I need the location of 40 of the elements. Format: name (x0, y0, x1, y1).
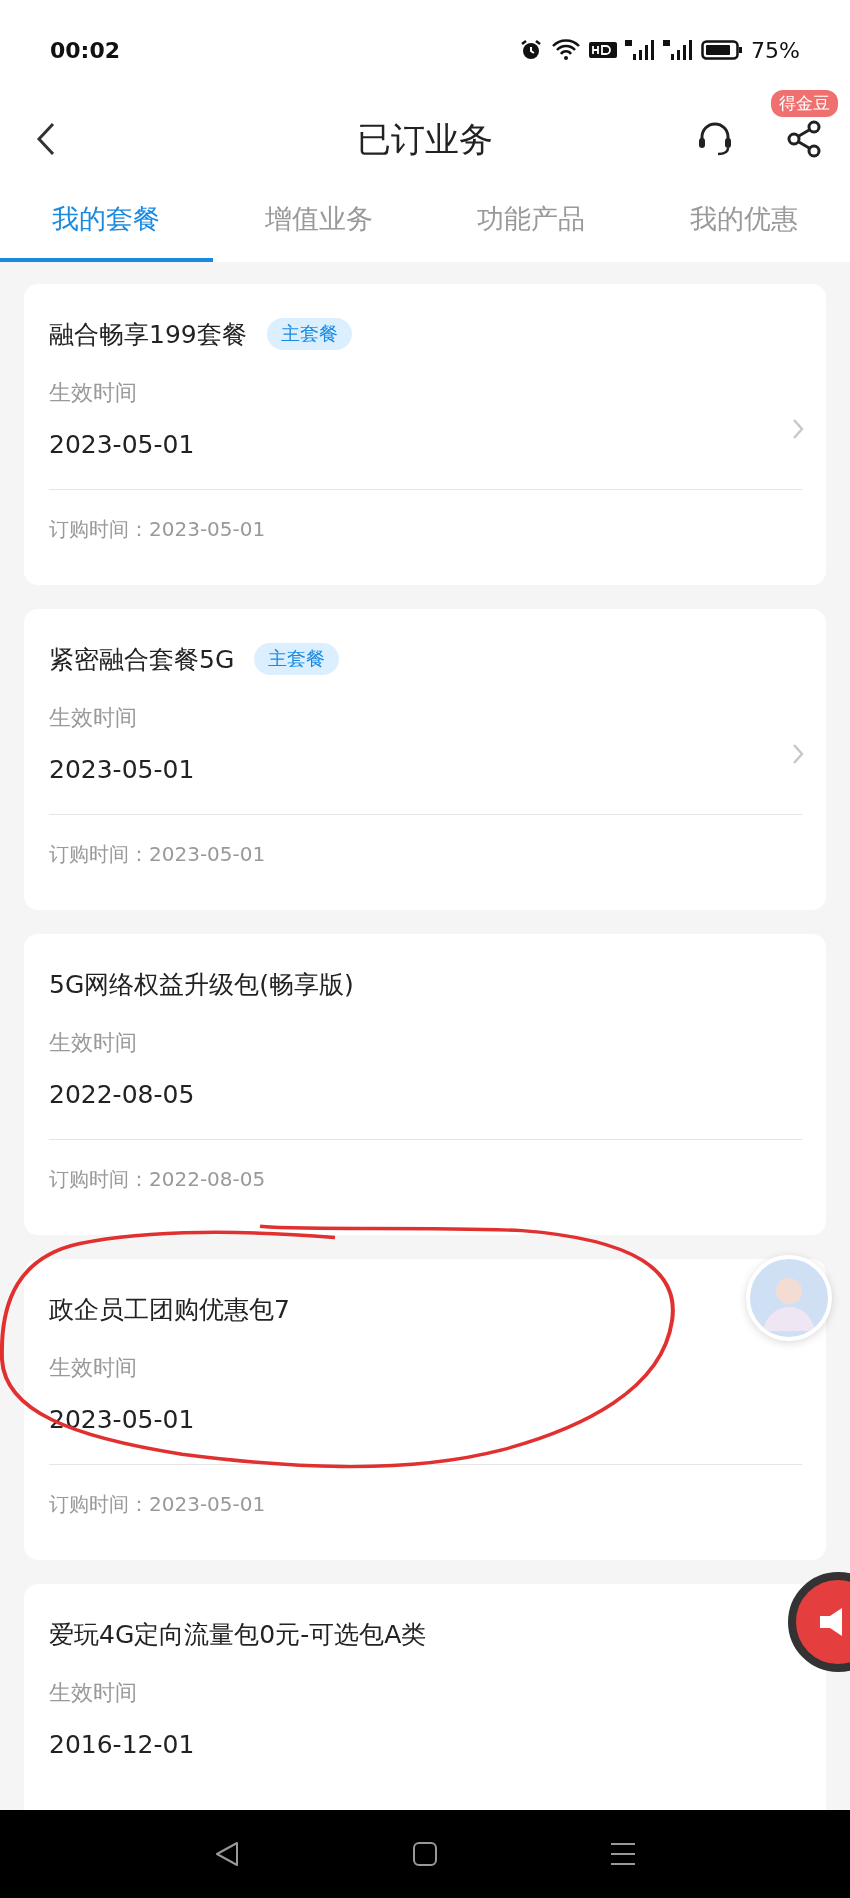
status-time: 00:02 (50, 37, 121, 63)
plan-name: 爱玩4G定向流量包0元-可选包A类 (49, 1618, 427, 1651)
signal-icon (625, 38, 656, 62)
plan-card[interactable]: 爱玩4G定向流量包0元-可选包A类 生效时间 2016-12-01 (24, 1584, 826, 1810)
plan-tag: 主套餐 (266, 318, 352, 350)
back-icon[interactable] (213, 1840, 241, 1868)
menu-icon[interactable] (609, 1840, 637, 1868)
effective-label: 生效时间 (49, 1354, 138, 1382)
effective-date: 2023-05-01 (49, 755, 196, 784)
plan-card[interactable]: 5G网络权益升级包(畅享版) 生效时间 2022-08-05 订购时间：2022-08-05 (24, 934, 826, 1235)
plan-card[interactable]: 紧密融合套餐5G 主套餐 生效时间 2023-05-01 订购时间：2023-05-01 (24, 609, 826, 910)
order-time: 订购时间：2023-05-01 (49, 516, 267, 543)
effective-label: 生效时间 (49, 379, 138, 407)
plan-tag: 主套餐 (254, 643, 340, 675)
plan-name: 融合畅享199套餐 (49, 318, 247, 351)
order-time: 订购时间：2022-08-05 (49, 1166, 267, 1193)
battery-icon (701, 39, 744, 61)
share-icon[interactable] (786, 120, 822, 158)
hd-icon (589, 40, 618, 60)
effective-date: 2022-08-05 (49, 1080, 196, 1109)
signal-icon (663, 38, 694, 62)
effective-date: 2023-05-01 (49, 1405, 196, 1434)
effective-label: 生效时间 (49, 1679, 138, 1707)
effective-label: 生效时间 (49, 704, 138, 732)
plan-card[interactable]: 融合畅享199套餐 主套餐 生效时间 2023-05-01 订购时间：2023-05-01 (24, 284, 826, 585)
plan-name: 5G网络权益升级包(畅享版) (49, 968, 354, 1001)
order-time: 订购时间：2023-05-01 (49, 841, 267, 868)
effective-date: 2016-12-01 (49, 1730, 196, 1759)
battery-percent: 75% (751, 37, 800, 63)
plan-name: 紧密融合套餐5G (49, 643, 235, 676)
order-time: 订购时间：2023-05-01 (49, 1491, 267, 1518)
home-icon[interactable] (411, 1840, 439, 1868)
page-title: 已订业务 (357, 118, 493, 161)
headset-icon[interactable] (696, 120, 734, 158)
effective-label: 生效时间 (49, 1029, 138, 1057)
plan-name: 政企员工团购优惠包7 (49, 1293, 290, 1326)
back-icon[interactable] (36, 122, 56, 156)
plan-card[interactable]: 政企员工团购优惠包7 生效时间 2023-05-01 订购时间：2023-05-01 (24, 1259, 826, 1560)
wifi-icon (551, 38, 582, 62)
effective-date: 2023-05-01 (49, 430, 196, 459)
